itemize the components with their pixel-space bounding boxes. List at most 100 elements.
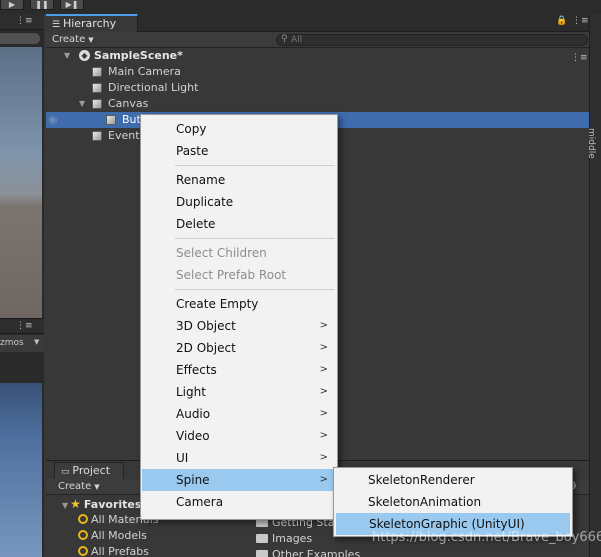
menu-item-label: 3D Object [176, 319, 236, 333]
scene-row[interactable]: ▼ ◆ SampleScene* ⋮≡ [46, 48, 589, 64]
panel-options-icon[interactable]: ⋮≡ [16, 321, 33, 331]
menu-item-audio[interactable]: Audio > [142, 403, 338, 425]
list-icon: ☰ [52, 20, 63, 30]
menu-item-light[interactable]: Light > [142, 381, 338, 403]
chevron-right-icon: > [319, 452, 328, 463]
chevron-right-icon: > [319, 320, 328, 331]
asset-folder-item[interactable]: Images [256, 532, 312, 545]
play-toolbar: ▶ ❚❚ ▶❚ [0, 0, 601, 14]
search-icon [78, 546, 88, 556]
favorite-item[interactable]: All Models [78, 529, 147, 542]
menu-item-duplicate[interactable]: Duplicate [142, 191, 338, 213]
favorite-label: All Prefabs [91, 545, 149, 557]
menu-item-2d-object[interactable]: 2D Object > [142, 337, 338, 359]
item-label: Main Camera [108, 65, 181, 78]
fold-arrow-icon[interactable]: ▼ [79, 96, 85, 112]
tab-hierarchy[interactable]: ☰ Hierarchy [46, 14, 138, 32]
menu-item-spine[interactable]: Spine > [142, 469, 338, 491]
project-tab-label: Project [72, 464, 111, 477]
menu-separator [175, 165, 335, 166]
asset-folder-item[interactable]: Other Examples [256, 548, 360, 557]
create-dropdown[interactable]: Create ▼ [52, 34, 102, 46]
favorite-item[interactable]: All Prefabs [78, 545, 149, 557]
panel-options-icon[interactable]: ⋮≡ [572, 16, 589, 26]
chevron-down-icon: ▼ [94, 483, 100, 491]
search-icon: ⚲ [281, 34, 288, 44]
search-input[interactable] [291, 35, 571, 45]
hierarchy-item-main-camera[interactable]: Main Camera [46, 64, 589, 80]
menu-separator [175, 238, 335, 239]
menu-item-video[interactable]: Video > [142, 425, 338, 447]
menu-item-create-empty[interactable]: Create Empty [142, 293, 338, 315]
menu-item-label: Spine [176, 473, 210, 487]
scene-name: SampleScene* [94, 49, 183, 62]
favorites-header[interactable]: ▼ ★ Favorites [62, 497, 141, 511]
menu-item-label: Light [176, 385, 206, 399]
menu-item-copy[interactable]: Copy [142, 118, 338, 140]
gizmos-dropdown[interactable]: zmos [0, 338, 24, 348]
inspector-panel-edge [589, 14, 601, 557]
create-label: Create [52, 34, 86, 45]
chevron-right-icon: > [319, 386, 328, 397]
fold-arrow-icon[interactable]: ▼ [64, 48, 70, 64]
lock-icon[interactable]: 🔒 [556, 16, 567, 26]
game-tab-header: ⋮≡ [0, 318, 44, 334]
hierarchy-item-canvas[interactable]: ▼ Canvas [46, 96, 589, 112]
menu-item-effects[interactable]: Effects > [142, 359, 338, 381]
fold-arrow-icon[interactable]: ▼ [62, 501, 68, 510]
favorites-label: Favorites [83, 498, 142, 511]
panel-options-icon[interactable]: ⋮≡ [16, 16, 33, 26]
chevron-right-icon: > [319, 408, 328, 419]
menu-item-label: Video [176, 429, 210, 443]
submenu-item-skeleton-animation[interactable]: SkeletonAnimation [335, 491, 571, 513]
scene-search-field[interactable] [0, 33, 40, 44]
context-menu: Copy Paste Rename Duplicate Delete Selec… [140, 114, 338, 520]
eye-icon[interactable]: ◉ [48, 112, 58, 128]
create-dropdown[interactable]: Create ▼ [58, 481, 100, 493]
star-icon: ★ [70, 497, 81, 511]
chevron-right-icon: > [319, 474, 328, 485]
menu-item-camera[interactable]: Camera [142, 491, 338, 513]
submenu-item-skeleton-renderer[interactable]: SkeletonRenderer [335, 469, 571, 491]
step-button[interactable]: ▶❚ [60, 0, 84, 10]
tab-project[interactable]: ▭ Project [54, 462, 124, 479]
menu-item-rename[interactable]: Rename [142, 169, 338, 191]
folder-label: Other Examples [272, 548, 361, 557]
folder-icon [256, 550, 268, 557]
menu-item-3d-object[interactable]: 3D Object > [142, 315, 338, 337]
chevron-down-icon: ▼ [88, 36, 94, 44]
unity-scene-icon: ◆ [79, 50, 90, 61]
menu-separator [175, 289, 335, 290]
search-icon [78, 530, 88, 540]
favorite-label: All Models [91, 529, 147, 542]
search-box[interactable]: ⚲ [276, 34, 588, 46]
menu-item-select-prefab-root: Select Prefab Root [176, 268, 287, 282]
gameobject-icon [106, 115, 116, 125]
play-button[interactable]: ▶ [0, 0, 24, 10]
gameobject-icon [92, 99, 102, 109]
hierarchy-toolbar: Create ▼ ⚲ [46, 32, 589, 48]
gizmos-toolbar: zmos ▼ [0, 335, 44, 352]
menu-item-paste[interactable]: Paste [142, 140, 338, 162]
spine-submenu: SkeletonRenderer SkeletonAnimation Skele… [333, 467, 573, 537]
folder-icon: ▭ [61, 467, 73, 477]
gameobject-icon [92, 131, 102, 141]
tab-strip: 🔒 ⋮≡ [138, 14, 589, 32]
item-label: Event [108, 129, 140, 142]
create-label: Create [58, 481, 92, 492]
folder-label: Images [272, 532, 313, 545]
chevron-right-icon: > [319, 430, 328, 441]
scene-viewport[interactable] [0, 47, 42, 330]
gameobject-icon [92, 83, 102, 93]
item-label: Directional Light [108, 81, 199, 94]
menu-item-label: Effects [176, 363, 217, 377]
inspector-vertical-label: middle [586, 128, 596, 159]
hierarchy-item-directional-light[interactable]: Directional Light [46, 80, 589, 96]
menu-item-ui[interactable]: UI > [142, 447, 338, 469]
watermark-text: https://blog.csdn.net/Brave_boy666 [372, 530, 601, 545]
menu-item-delete[interactable]: Delete [142, 213, 338, 235]
pause-button[interactable]: ❚❚ [30, 0, 54, 10]
chevron-right-icon: > [319, 342, 328, 353]
game-viewport[interactable] [0, 353, 42, 557]
menu-item-label: UI [176, 451, 189, 465]
